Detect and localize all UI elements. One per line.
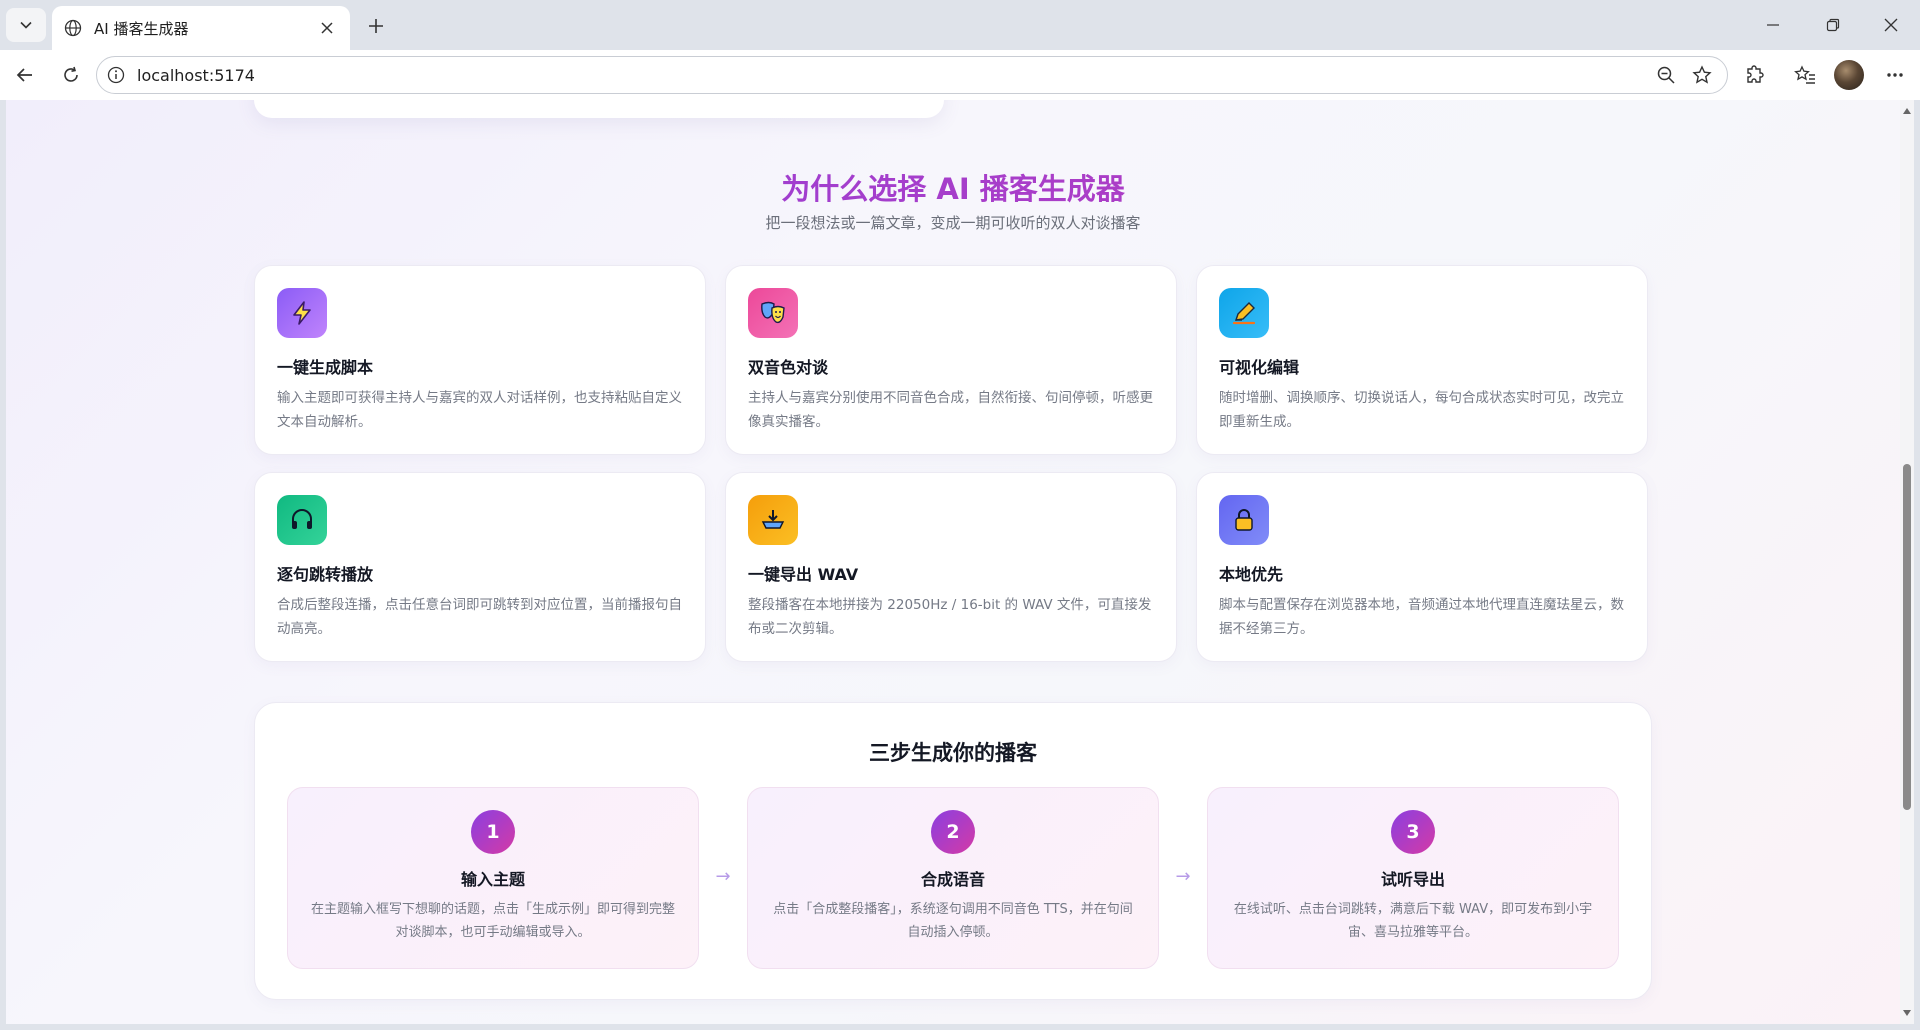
- feature-card-script: 一键生成脚本 输入主题即可获得主持人与嘉宾的双人对话样例，也支持粘贴自定义文本自…: [254, 265, 706, 455]
- star-icon: [1692, 65, 1712, 84]
- plus-icon: [369, 19, 383, 33]
- favorites-button[interactable]: [1788, 58, 1822, 92]
- steps-title: 三步生成你的播客: [869, 741, 1037, 765]
- reload-button[interactable]: [54, 58, 88, 92]
- previous-card: [254, 100, 944, 118]
- chevron-down-icon: [20, 21, 32, 29]
- favorite-button[interactable]: [1687, 60, 1717, 90]
- feature-card-local-first: 本地优先 脚本与配置保存在浏览器本地，音频通过本地代理直连魔珐星云，数据不经第三…: [1196, 472, 1648, 662]
- close-window-button[interactable]: [1866, 0, 1916, 50]
- back-button[interactable]: [8, 58, 42, 92]
- feature-desc: 合成后整段连播，点击任意台词即可跳转到对应位置，当前播报句自动高亮。: [277, 597, 682, 637]
- browser-tab[interactable]: AI 播客生成器: [52, 6, 350, 50]
- zoom-button[interactable]: [1651, 60, 1681, 90]
- restore-icon: [1826, 18, 1840, 32]
- lightning-icon: [277, 288, 327, 338]
- step-number: 2: [931, 810, 975, 854]
- steps-panel: 三步生成你的播客 1 输入主题 在主题输入框写下想聊的话题，点击「生成示例」即可…: [254, 702, 1652, 1000]
- feature-desc: 整段播客在本地拼接为 22050Hz / 16-bit 的 WAV 文件，可直接…: [748, 597, 1152, 637]
- minimize-button[interactable]: [1748, 0, 1798, 50]
- features-subtitle: 把一段想法或一篇文章，变成一期可收听的双人对谈播客: [765, 214, 1141, 232]
- reload-icon: [64, 66, 78, 82]
- step-card-input-topic: 1 输入主题 在主题输入框写下想聊的话题，点击「生成示例」即可得到完整对谈脚本，…: [287, 787, 699, 969]
- tab-close-button[interactable]: [316, 17, 338, 39]
- browser-window: AI 播客生成器 localhost:5174 为什么选择 AI 播客生成器 把…: [0, 0, 1920, 1030]
- step-number: 3: [1391, 810, 1435, 854]
- feature-title: 可视化编辑: [1219, 358, 1300, 377]
- close-icon: [1884, 18, 1898, 32]
- step-title: 合成语音: [920, 870, 985, 889]
- page-scrollbar[interactable]: [1900, 100, 1914, 1024]
- download-tray-icon: [748, 495, 798, 545]
- step-title: 试听导出: [1380, 870, 1445, 889]
- tab-title: AI 播客生成器: [94, 19, 189, 38]
- step-arrow-icon: →: [715, 866, 731, 887]
- more-dots-icon: [1887, 73, 1903, 77]
- tab-strip: AI 播客生成器: [0, 0, 1920, 50]
- scroll-thumb[interactable]: [1903, 464, 1911, 810]
- address-bar[interactable]: localhost:5174: [96, 56, 1728, 94]
- feature-desc: 脚本与配置保存在浏览器本地，音频通过本地代理直连魔珐星云，数据不经第三方。: [1219, 597, 1624, 637]
- scroll-up-arrow[interactable]: [1902, 106, 1912, 116]
- feature-card-jump-play: 逐句跳转播放 合成后整段连播，点击任意台词即可跳转到对应位置，当前播报句自动高亮…: [254, 472, 706, 662]
- close-icon: [321, 22, 333, 34]
- lock-icon: [1219, 495, 1269, 545]
- theater-masks-icon: [748, 288, 798, 338]
- feature-title: 双音色对谈: [748, 358, 829, 377]
- step-title: 输入主题: [460, 870, 525, 889]
- minimize-icon: [1767, 24, 1779, 26]
- triangle-up-icon: [1903, 108, 1911, 114]
- settings-menu-button[interactable]: [1878, 58, 1912, 92]
- page-viewport: 为什么选择 AI 播客生成器 把一段想法或一篇文章，变成一期可收听的双人对谈播客…: [6, 100, 1900, 1024]
- url-text[interactable]: localhost:5174: [137, 66, 1645, 85]
- feature-desc: 主持人与嘉宾分别使用不同音色合成，自然衔接、句间停顿，听感更像真实播客。: [748, 390, 1153, 430]
- arrow-left-icon: [16, 68, 32, 82]
- puzzle-icon: [1747, 65, 1764, 83]
- feature-card-dual-voice: 双音色对谈 主持人与嘉宾分别使用不同音色合成，自然衔接、句间停顿，听感更像真实播…: [725, 265, 1177, 455]
- triangle-down-icon: [1903, 1010, 1911, 1016]
- feature-title: 一键导出 WAV: [748, 565, 859, 584]
- feature-card-export-wav: 一键导出 WAV 整段播客在本地拼接为 22050Hz / 16-bit 的 W…: [725, 472, 1177, 662]
- feature-card-visual-edit: 可视化编辑 随时增删、调换顺序、切换说话人，每句合成状态实时可见，改完立即重新生…: [1196, 265, 1648, 455]
- browser-toolbar: localhost:5174: [0, 50, 1920, 100]
- zoom-out-icon: [1657, 66, 1675, 84]
- feature-desc: 随时增删、调换顺序、切换说话人，每句合成状态实时可见，改完立即重新生成。: [1219, 390, 1624, 430]
- step-desc: 在主题输入框写下想聊的话题，点击「生成示例」即可得到完整对谈脚本，也可手动编辑或…: [310, 902, 675, 940]
- step-arrow-icon: →: [1175, 866, 1191, 887]
- step-card-listen-export: 3 试听导出 在线试听、点击台词跳转，满意后下载 WAV，即可发布到小宇宙、喜马…: [1207, 787, 1619, 969]
- step-desc: 在线试听、点击台词跳转，满意后下载 WAV，即可发布到小宇宙、喜马拉雅等平台。: [1233, 902, 1593, 940]
- restore-button[interactable]: [1808, 0, 1858, 50]
- step-card-synthesize: 2 合成语音 点击「合成整段播客」，系统逐句调用不同音色 TTS，并在句间自动插…: [747, 787, 1159, 969]
- new-tab-button[interactable]: [362, 12, 390, 40]
- step-number: 1: [471, 810, 515, 854]
- features-title: 为什么选择 AI 播客生成器: [6, 166, 1900, 208]
- step-desc: 点击「合成整段播客」，系统逐句调用不同音色 TTS，并在句间自动插入停顿。: [773, 902, 1133, 940]
- tab-list-button[interactable]: [6, 8, 46, 42]
- headphones-icon: [277, 495, 327, 545]
- site-info-icon[interactable]: [107, 66, 125, 84]
- profile-avatar[interactable]: [1834, 60, 1864, 90]
- feature-title: 逐句跳转播放: [277, 565, 374, 584]
- globe-icon: [64, 19, 82, 37]
- favorites-list-icon: [1794, 65, 1815, 84]
- feature-title: 本地优先: [1219, 565, 1284, 584]
- feature-title: 一键生成脚本: [277, 358, 374, 377]
- extensions-button[interactable]: [1738, 58, 1772, 92]
- feature-desc: 输入主题即可获得主持人与嘉宾的双人对话样例，也支持粘贴自定义文本自动解析。: [277, 390, 682, 430]
- scroll-down-arrow[interactable]: [1902, 1008, 1912, 1018]
- pencil-icon: [1219, 288, 1269, 338]
